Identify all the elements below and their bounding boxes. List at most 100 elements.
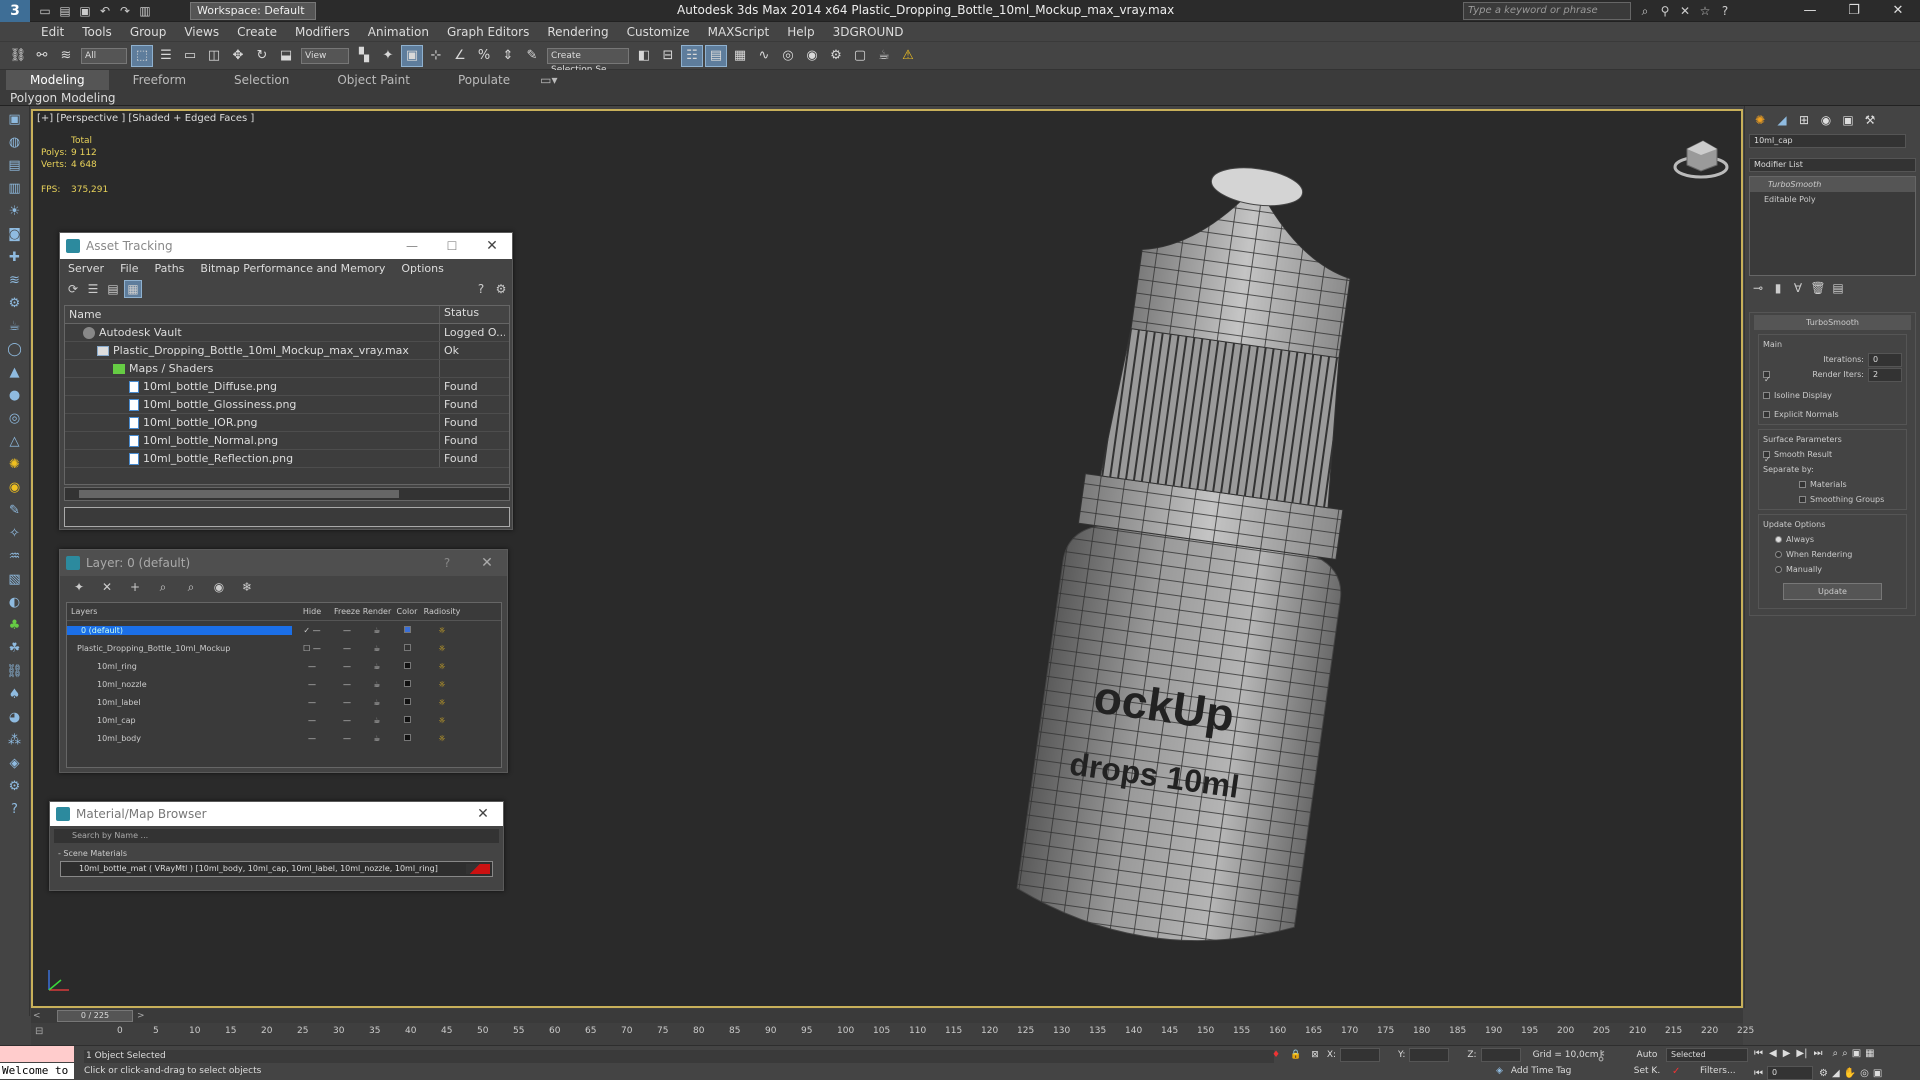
create-geosphere-icon[interactable]: ● <box>4 385 26 405</box>
minimize-icon[interactable]: — <box>392 239 432 253</box>
checkmark-icon[interactable]: ✓ — <box>292 626 332 635</box>
rotate-icon[interactable]: ↻ <box>251 45 273 67</box>
menu-help[interactable]: Help <box>778 22 823 42</box>
set-key-button[interactable]: Set K. <box>1632 1066 1662 1079</box>
render-teapot-icon[interactable]: ☕ <box>362 734 392 743</box>
scale-icon[interactable]: ⬓ <box>275 45 297 67</box>
scene-explorer-icon[interactable]: ☷ <box>681 44 703 67</box>
col-render[interactable]: Render <box>362 607 392 616</box>
layer-color-swatch[interactable] <box>403 733 411 741</box>
open-file-icon[interactable]: ▤ <box>56 2 74 20</box>
hide-toggle[interactable]: — <box>292 698 332 707</box>
col-freeze[interactable]: Freeze <box>332 607 362 616</box>
layer-row[interactable]: 10ml_label — — ☕ ☼ <box>67 693 501 711</box>
scene-materials-group[interactable]: - Scene Materials <box>50 846 503 861</box>
hide-toggle[interactable]: — <box>292 716 332 725</box>
pivot-center-icon[interactable]: ▚ <box>353 45 375 67</box>
bottle-mesh[interactable]: ockUp drops 10ml <box>993 151 1413 1001</box>
time-slider-thumb[interactable]: 0 / 225 <box>57 1010 133 1022</box>
keyboard-shortcut-override-icon[interactable]: ▣ <box>401 44 423 67</box>
display-tab-icon[interactable]: ▣ <box>1839 111 1857 129</box>
current-layer-box[interactable]: ☐ — <box>292 644 332 653</box>
app-logo[interactable]: 3 <box>0 0 30 22</box>
render-teapot-icon[interactable]: ☕ <box>362 644 392 653</box>
material-search-input[interactable]: Search by Name ... <box>54 829 499 843</box>
hair-icon[interactable]: ♒ <box>4 546 26 566</box>
asset-menu-options[interactable]: Options <box>393 259 451 279</box>
col-status[interactable]: Status <box>440 306 505 323</box>
track-bar-toggle-icon[interactable]: ⊟ <box>35 1026 55 1040</box>
menu-views[interactable]: Views <box>175 22 228 42</box>
sun-icon[interactable]: ✺ <box>4 454 26 474</box>
layer-manager-icon[interactable]: ▤ <box>705 44 727 67</box>
object-icon[interactable]: ◈ <box>4 753 26 773</box>
current-frame-field[interactable]: 0 <box>1767 1066 1813 1080</box>
render-teapot-icon[interactable]: ☕ <box>362 662 392 671</box>
maximize-icon[interactable]: ☐ <box>432 239 472 253</box>
radiosity-icon[interactable]: ☼ <box>422 698 462 707</box>
modifier-list-dropdown[interactable]: Modifier List <box>1749 158 1916 172</box>
asset-tracking-titlebar[interactable]: Asset Tracking — ☐ ✕ <box>60 233 512 259</box>
asset-menu-server[interactable]: Server <box>60 259 112 279</box>
subscription-icon[interactable]: ⚲ <box>1656 2 1674 20</box>
layer-color-swatch[interactable] <box>403 697 411 705</box>
modifier-turbosmooth[interactable]: TurboSmooth <box>1750 177 1915 192</box>
col-name[interactable]: Name <box>65 306 440 323</box>
menu-maxscript[interactable]: MAXScript <box>699 22 779 42</box>
time-slider-prev-icon[interactable]: < <box>33 1011 43 1021</box>
render-teapot-icon[interactable]: ☕ <box>362 716 392 725</box>
angle-snap-icon[interactable]: ∠ <box>449 45 471 67</box>
layer-row[interactable]: 10ml_nozzle — — ☕ ☼ <box>67 675 501 693</box>
time-slider-next-icon[interactable]: > <box>137 1011 147 1021</box>
snaps-toggle-icon[interactable]: ⊹ <box>425 45 447 67</box>
create-camera-icon[interactable]: ◙ <box>4 224 26 244</box>
layer-row[interactable]: 0 (default) ✓ — — ☕ ☼ <box>67 621 501 639</box>
radiosity-icon[interactable]: ☼ <box>422 644 462 653</box>
coord-y-field[interactable] <box>1409 1048 1450 1062</box>
remove-modifier-icon[interactable]: 🗑 <box>1809 279 1827 297</box>
create-tab-icon[interactable]: ✺ <box>1751 111 1769 129</box>
menu-edit[interactable]: Edit <box>32 22 73 42</box>
viewport-label[interactable]: [+] [Perspective ] [Shaded + Edged Faces… <box>37 113 254 124</box>
iterations-spinner[interactable]: 0 <box>1868 352 1902 367</box>
select-in-layer-icon[interactable]: ⌕ <box>154 578 172 596</box>
freeze-toggle[interactable]: — <box>332 698 362 707</box>
layer-row[interactable]: 10ml_cap — — ☕ ☼ <box>67 711 501 729</box>
pin-stack-icon[interactable]: ⊸ <box>1749 279 1767 297</box>
object-name-field[interactable]: 10ml_cap <box>1749 134 1906 148</box>
key-filter-dropdown[interactable]: Selected <box>1666 1048 1748 1062</box>
lock-selection-icon[interactable]: 🔒 <box>1290 1050 1301 1060</box>
table-row[interactable]: Plastic_Dropping_Bottle_10ml_Mockup_max_… <box>65 342 509 360</box>
field-of-view-icon[interactable]: ◢ <box>1832 1068 1840 1079</box>
hide-toggle[interactable]: — <box>292 734 332 743</box>
window-crossing-icon[interactable]: ◫ <box>203 45 225 67</box>
select-manipulate-icon[interactable]: ✦ <box>377 45 399 67</box>
manually-radio[interactable] <box>1775 566 1782 573</box>
workspace-dropdown[interactable]: Workspace: Default <box>190 2 316 20</box>
materials-checkbox[interactable] <box>1799 481 1806 488</box>
asset-menu-file[interactable]: File <box>112 259 146 279</box>
asset-path-field[interactable] <box>64 507 510 527</box>
refresh-icon[interactable]: ⟳ <box>64 280 82 298</box>
create-cylinder-icon[interactable]: ▤ <box>4 155 26 175</box>
scatter-icon[interactable]: ⁂ <box>4 730 26 750</box>
particle-icon[interactable]: ✧ <box>4 523 26 543</box>
reference-coordinate-dropdown[interactable]: View <box>301 47 349 64</box>
daylight-icon[interactable]: ◉ <box>4 477 26 497</box>
configure-sets-icon[interactable]: ▤ <box>1829 279 1847 297</box>
maximize-toggle-icon[interactable]: ▣ <box>1873 1068 1882 1079</box>
play-icon[interactable]: ▶ <box>1783 1048 1791 1059</box>
schematic-view-icon[interactable]: ◎ <box>777 45 799 67</box>
hide-toggle[interactable]: — <box>292 662 332 671</box>
save-icon[interactable]: ▣ <box>76 2 94 20</box>
freeze-toggle[interactable]: — <box>332 734 362 743</box>
render-production-icon[interactable]: ☕ <box>873 45 895 67</box>
layer-color-swatch[interactable] <box>403 715 411 723</box>
create-pyramid-icon[interactable]: △ <box>4 431 26 451</box>
percent-snap-icon[interactable]: % <box>473 45 495 67</box>
rendered-frame-window-icon[interactable]: ▢ <box>849 45 871 67</box>
render-setup-icon[interactable]: ⚙ <box>825 45 847 67</box>
explicit-normals-checkbox[interactable] <box>1763 411 1770 418</box>
orbit-icon[interactable]: ◎ <box>1860 1068 1869 1079</box>
track-bar[interactable]: 0 5 10 15 20 25 30 35 40 45 50 55 60 65 70 75 80 85 90 95 10… <box>117 1024 1767 1044</box>
